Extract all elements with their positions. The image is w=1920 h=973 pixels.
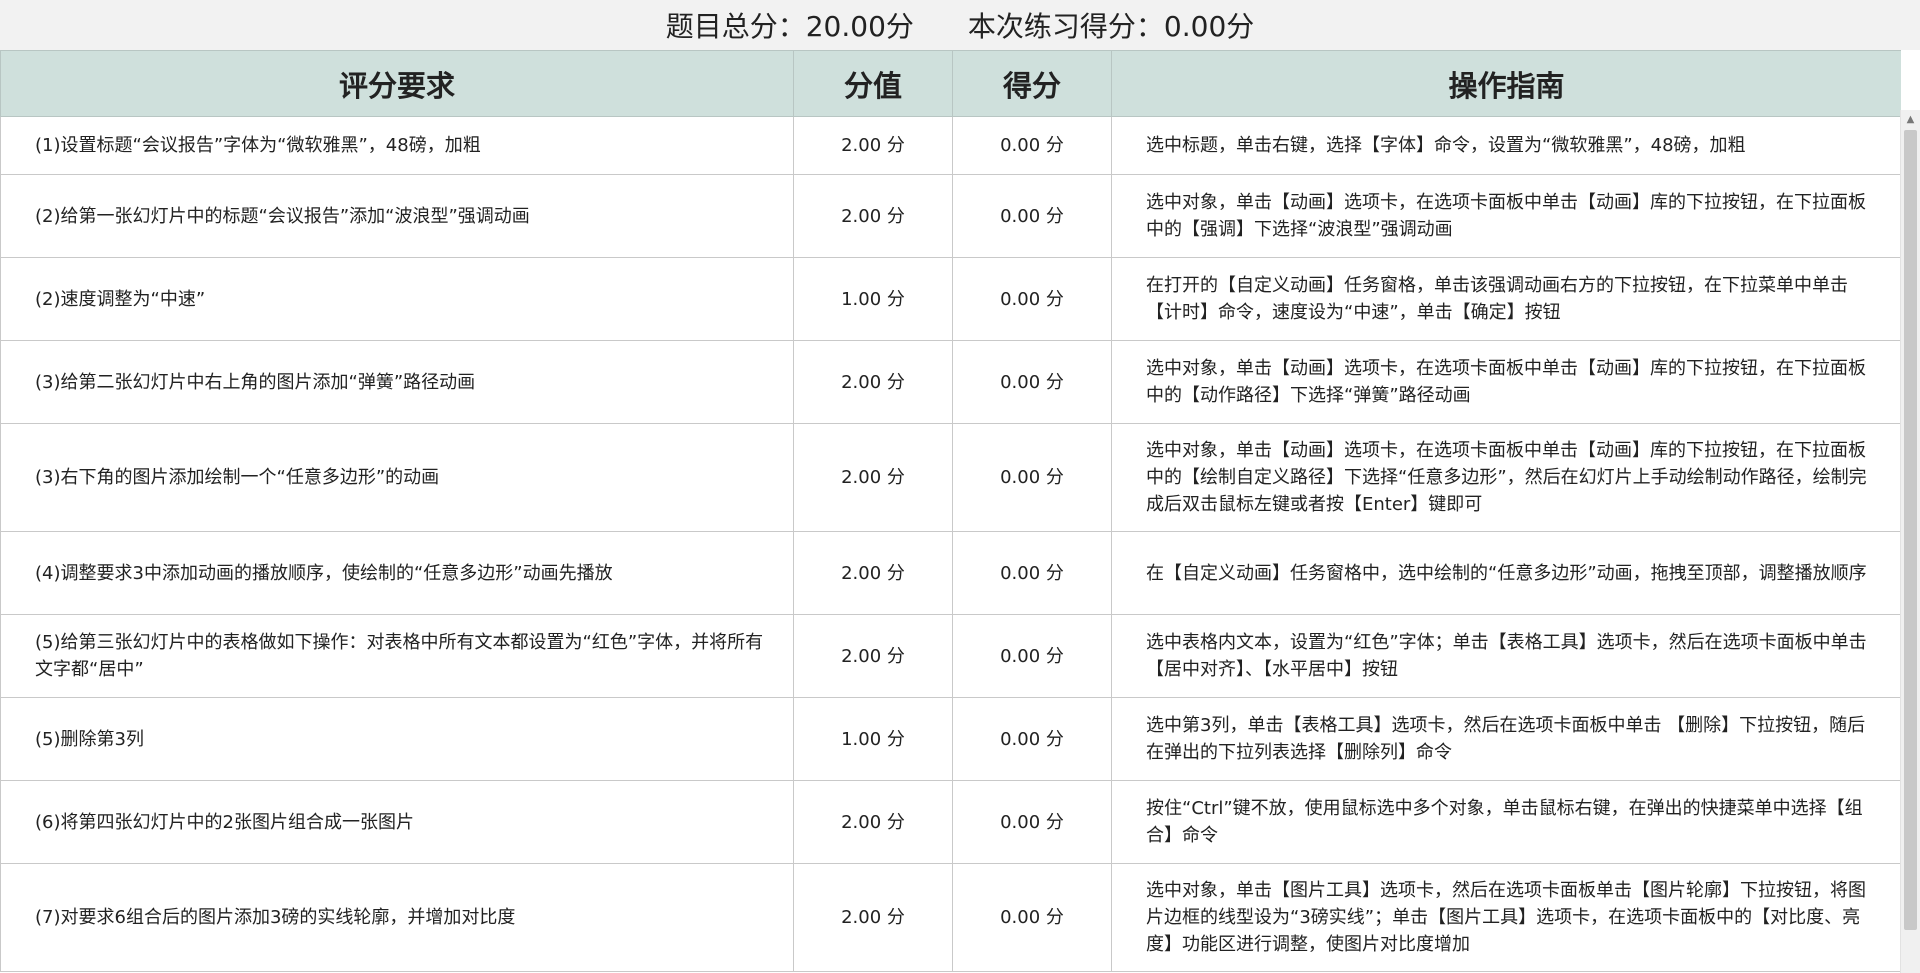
- requirement-cell: (6)将第四张幻灯片中的2张图片组合成一张图片: [0, 780, 794, 864]
- points-cell: 2.00 分: [793, 174, 953, 258]
- requirement-cell: (5)删除第3列: [0, 697, 794, 781]
- practice-score: 本次练习得分：0.00分: [967, 10, 1255, 43]
- table-row: (1)设置标题“会议报告”字体为“微软雅黑”，48磅，加粗 2.00 分 0.0…: [0, 116, 1901, 175]
- vertical-scrollbar[interactable]: ▲: [1900, 110, 1920, 973]
- guide-cell: 选中表格内文本，设置为“红色”字体；单击【表格工具】选项卡，然后在选项卡面板中单…: [1111, 614, 1901, 698]
- requirement-cell: (7)对要求6组合后的图片添加3磅的实线轮廓，并增加对比度: [0, 863, 794, 972]
- guide-cell: 按住“Ctrl”键不放，使用鼠标选中多个对象，单击鼠标右键，在弹出的快捷菜单中选…: [1111, 780, 1901, 864]
- requirement-cell: (5)给第三张幻灯片中的表格做如下操作：对表格中所有文本都设置为“红色”字体，并…: [0, 614, 794, 698]
- guide-cell: 选中标题，单击右键，选择【字体】命令，设置为“微软雅黑”，48磅，加粗: [1111, 116, 1901, 175]
- score-cell: 0.00 分: [952, 614, 1112, 698]
- header-requirement: 评分要求: [0, 50, 794, 117]
- requirement-cell: (3)给第二张幻灯片中右上角的图片添加“弹簧”路径动画: [0, 340, 794, 424]
- score-cell: 0.00 分: [952, 697, 1112, 781]
- score-cell: 0.00 分: [952, 531, 1112, 615]
- guide-cell: 选中对象，单击【动画】选项卡，在选项卡面板中单击【动画】库的下拉按钮，在下拉面板…: [1111, 423, 1901, 532]
- points-cell: 1.00 分: [793, 697, 953, 781]
- score-cell: 0.00 分: [952, 257, 1112, 341]
- points-cell: 2.00 分: [793, 780, 953, 864]
- scrollbar-thumb[interactable]: [1904, 130, 1917, 930]
- requirement-cell: (3)右下角的图片添加绘制一个“任意多边形”的动画: [0, 423, 794, 532]
- table-row: (3)右下角的图片添加绘制一个“任意多边形”的动画 2.00 分 0.00 分 …: [0, 423, 1901, 532]
- points-cell: 2.00 分: [793, 531, 953, 615]
- table-row: (4)调整要求3中添加动画的播放顺序，使绘制的“任意多边形”动画先播放 2.00…: [0, 531, 1901, 615]
- points-cell: 2.00 分: [793, 863, 953, 972]
- score-cell: 0.00 分: [952, 116, 1112, 175]
- points-cell: 2.00 分: [793, 116, 953, 175]
- score-cell: 0.00 分: [952, 423, 1112, 532]
- table-row: (5)删除第3列 1.00 分 0.00 分 选中第3列，单击【表格工具】选项卡…: [0, 697, 1901, 781]
- points-cell: 2.00 分: [793, 423, 953, 532]
- table-row: (3)给第二张幻灯片中右上角的图片添加“弹簧”路径动画 2.00 分 0.00 …: [0, 340, 1901, 424]
- table-row: (2)速度调整为“中速” 1.00 分 0.00 分 在打开的【自定义动画】任务…: [0, 257, 1901, 341]
- points-cell: 2.00 分: [793, 614, 953, 698]
- points-cell: 1.00 分: [793, 257, 953, 341]
- header-score: 得分: [952, 50, 1112, 117]
- guide-cell: 选中第3列，单击【表格工具】选项卡，然后在选项卡面板中单击 【删除】下拉按钮，随…: [1111, 697, 1901, 781]
- requirement-cell: (2)速度调整为“中速”: [0, 257, 794, 341]
- guide-cell: 选中对象，单击【图片工具】选项卡，然后在选项卡面板单击【图片轮廓】下拉按钮，将图…: [1111, 863, 1901, 972]
- requirement-cell: (4)调整要求3中添加动画的播放顺序，使绘制的“任意多边形”动画先播放: [0, 531, 794, 615]
- guide-cell: 选中对象，单击【动画】选项卡，在选项卡面板中单击【动画】库的下拉按钮，在下拉面板…: [1111, 340, 1901, 424]
- guide-cell: 选中对象，单击【动画】选项卡，在选项卡面板中单击【动画】库的下拉按钮，在下拉面板…: [1111, 174, 1901, 258]
- table-header-row: 评分要求 分值 得分 操作指南: [0, 50, 1901, 117]
- guide-cell: 在打开的【自定义动画】任务窗格，单击该强调动画右方的下拉按钮，在下拉菜单中单击【…: [1111, 257, 1901, 341]
- table-row: (2)给第一张幻灯片中的标题“会议报告”添加“波浪型”强调动画 2.00 分 0…: [0, 174, 1901, 258]
- table-row: (5)给第三张幻灯片中的表格做如下操作：对表格中所有文本都设置为“红色”字体，并…: [0, 614, 1901, 698]
- score-cell: 0.00 分: [952, 863, 1112, 972]
- chevron-up-icon[interactable]: ▲: [1901, 110, 1920, 128]
- guide-cell: 在【自定义动画】任务窗格中，选中绘制的“任意多边形”动画，拖拽至顶部，调整播放顺…: [1111, 531, 1901, 615]
- header-guide: 操作指南: [1111, 50, 1901, 117]
- scoring-table: 评分要求 分值 得分 操作指南 (1)设置标题“会议报告”字体为“微软雅黑”，4…: [0, 50, 1901, 972]
- total-score: 题目总分：20.00分: [665, 10, 914, 43]
- score-cell: 0.00 分: [952, 780, 1112, 864]
- score-cell: 0.00 分: [952, 340, 1112, 424]
- scoring-table-container: 评分要求 分值 得分 操作指南 (1)设置标题“会议报告”字体为“微软雅黑”，4…: [0, 50, 1901, 973]
- table-row: (7)对要求6组合后的图片添加3磅的实线轮廓，并增加对比度 2.00 分 0.0…: [0, 863, 1901, 972]
- points-cell: 2.00 分: [793, 340, 953, 424]
- header-points: 分值: [793, 50, 953, 117]
- score-summary: 题目总分：20.00分 本次练习得分：0.00分: [0, 0, 1920, 50]
- requirement-cell: (1)设置标题“会议报告”字体为“微软雅黑”，48磅，加粗: [0, 116, 794, 175]
- requirement-cell: (2)给第一张幻灯片中的标题“会议报告”添加“波浪型”强调动画: [0, 174, 794, 258]
- score-cell: 0.00 分: [952, 174, 1112, 258]
- table-row: (6)将第四张幻灯片中的2张图片组合成一张图片 2.00 分 0.00 分 按住…: [0, 780, 1901, 864]
